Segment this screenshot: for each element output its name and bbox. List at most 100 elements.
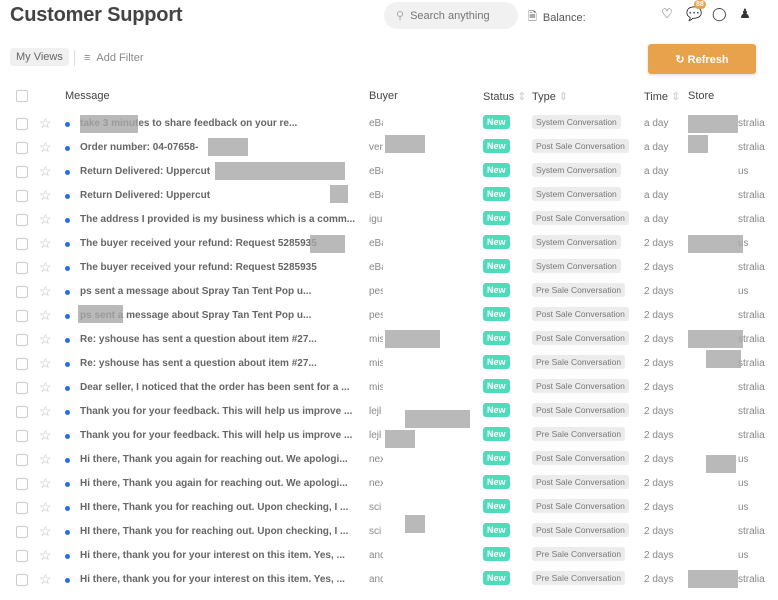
table-row[interactable]: ☆ Return Delivered: Uppercut eBa New Sys… (0, 187, 778, 214)
star-icon[interactable]: ☆ (39, 307, 52, 324)
star-icon[interactable]: ☆ (39, 403, 52, 420)
row-checkbox[interactable] (16, 502, 28, 514)
message-subject[interactable]: The address I provided is my business wh… (80, 214, 360, 225)
row-checkbox[interactable] (16, 262, 28, 274)
chat-icon[interactable]: 💬 88 (686, 0, 706, 22)
row-checkbox[interactable] (16, 214, 28, 226)
star-icon[interactable]: ☆ (39, 187, 52, 204)
table-row[interactable]: ☆ Hi there, thank you for your interest … (0, 547, 778, 574)
star-icon[interactable]: ☆ (39, 571, 52, 588)
message-subject[interactable]: Hi there, Thank you again for reaching o… (80, 454, 360, 465)
row-checkbox[interactable] (16, 142, 28, 154)
star-icon[interactable]: ☆ (39, 139, 52, 156)
message-subject[interactable]: Hi there, thank you for your interest on… (80, 574, 360, 585)
refresh-button[interactable]: ↻ Refresh (648, 44, 756, 74)
table-row[interactable]: ☆ Thank you for your feedback. This will… (0, 403, 778, 430)
unread-dot (65, 266, 70, 271)
status-badge: New (483, 163, 510, 177)
row-checkbox[interactable] (16, 382, 28, 394)
row-checkbox[interactable] (16, 430, 28, 442)
type-badge: Post Sale Conversation (532, 523, 629, 537)
star-icon[interactable]: ☆ (39, 235, 52, 252)
time-value: a day (644, 142, 669, 153)
status-badge: New (483, 571, 510, 585)
time-value: 2 days (644, 262, 674, 273)
table-row[interactable]: ☆ Hi there, thank you for your interest … (0, 571, 778, 598)
row-checkbox[interactable] (16, 526, 28, 538)
table-row[interactable]: ☆ The buyer received your refund: Reques… (0, 259, 778, 286)
user-icon[interactable]: ♟ (738, 6, 752, 22)
message-subject[interactable]: ps sent a message about Spray Tan Tent P… (80, 286, 360, 297)
column-time[interactable]: Time ⇕ (644, 90, 680, 103)
store-name: us (738, 550, 749, 561)
balance-label: Balance: (542, 11, 586, 24)
star-icon[interactable]: ☆ (39, 283, 52, 300)
star-icon[interactable]: ☆ (39, 427, 52, 444)
message-subject[interactable]: HI there, Thank you for reaching out. Up… (80, 502, 360, 513)
search-box[interactable]: ⚲ (384, 2, 518, 29)
message-subject[interactable]: Thank you for your feedback. This will h… (80, 430, 360, 441)
row-checkbox[interactable] (16, 286, 28, 298)
table-row[interactable]: ☆ Hi there, Thank you again for reaching… (0, 475, 778, 502)
message-subject[interactable]: Thank you for your feedback. This will h… (80, 406, 360, 417)
search-input[interactable] (410, 9, 511, 22)
row-checkbox[interactable] (16, 310, 28, 322)
row-checkbox[interactable] (16, 406, 28, 418)
star-icon[interactable]: ☆ (39, 211, 52, 228)
star-icon[interactable]: ☆ (39, 331, 52, 348)
message-subject[interactable]: HI there, Thank you for reaching out. Up… (80, 526, 360, 537)
row-checkbox[interactable] (16, 454, 28, 466)
redacted-block (688, 115, 738, 133)
star-icon[interactable]: ☆ (39, 451, 52, 468)
type-badge: Post Sale Conversation (532, 331, 629, 345)
row-checkbox[interactable] (16, 166, 28, 178)
row-checkbox[interactable] (16, 550, 28, 562)
row-checkbox[interactable] (16, 478, 28, 490)
message-subject[interactable]: Hi there, thank you for your interest on… (80, 550, 360, 561)
message-subject[interactable]: Hi there, Thank you again for reaching o… (80, 478, 360, 489)
column-status[interactable]: Status ⇕ (483, 90, 526, 103)
unread-dot (65, 554, 70, 559)
row-checkbox[interactable] (16, 334, 28, 346)
star-icon[interactable]: ☆ (39, 379, 52, 396)
header-icons: ♡ 💬 88 ◯ ♟ (660, 0, 752, 22)
store-name: stralia (738, 310, 765, 321)
star-icon[interactable]: ☆ (39, 499, 52, 516)
select-all-checkbox[interactable] (16, 90, 28, 102)
star-icon[interactable]: ☆ (39, 547, 52, 564)
star-icon[interactable]: ☆ (39, 259, 52, 276)
add-filter-button[interactable]: ≡ Add Filter (84, 52, 144, 64)
message-subject[interactable]: Return Delivered: Uppercut (80, 190, 360, 201)
row-checkbox[interactable] (16, 574, 28, 586)
table-row[interactable]: ☆ The address I provided is my business … (0, 211, 778, 238)
heart-icon[interactable]: ♡ (660, 6, 674, 22)
table-row[interactable]: ☆ The buyer received your refund: Reques… (0, 235, 778, 262)
status-badge: New (483, 139, 510, 153)
table-row[interactable]: ☆ Hi there, Thank you again for reaching… (0, 451, 778, 478)
star-icon[interactable]: ☆ (39, 523, 52, 540)
message-subject[interactable]: Re: yshouse has sent a question about it… (80, 334, 360, 345)
table-row[interactable]: ☆ Return Delivered: Uppercut eBa New Sys… (0, 163, 778, 190)
row-checkbox[interactable] (16, 118, 28, 130)
table-row[interactable]: ☆ Dear seller, I noticed that the order … (0, 379, 778, 406)
table-row[interactable]: ☆ HI there, Thank you for reaching out. … (0, 499, 778, 526)
message-subject[interactable]: Dear seller, I noticed that the order ha… (80, 382, 360, 393)
row-checkbox[interactable] (16, 238, 28, 250)
table-row[interactable]: ☆ HI there, Thank you for reaching out. … (0, 523, 778, 550)
star-icon[interactable]: ☆ (39, 475, 52, 492)
time-value: 2 days (644, 430, 674, 441)
star-icon[interactable]: ☆ (39, 355, 52, 372)
my-views-button[interactable]: My Views (10, 48, 69, 66)
star-icon[interactable]: ☆ (39, 163, 52, 180)
row-checkbox[interactable] (16, 190, 28, 202)
column-type[interactable]: Type ⇕ (532, 90, 568, 103)
table-row[interactable]: ☆ Re: yshouse has sent a question about … (0, 355, 778, 382)
type-badge: Post Sale Conversation (532, 499, 629, 513)
row-checkbox[interactable] (16, 358, 28, 370)
star-icon[interactable]: ☆ (39, 115, 52, 132)
message-subject[interactable]: The buyer received your refund: Request … (80, 262, 360, 273)
status-badge: New (483, 355, 510, 369)
message-subject[interactable]: Re: yshouse has sent a question about it… (80, 358, 360, 369)
type-badge: System Conversation (532, 235, 621, 249)
support-icon[interactable]: ◯ (712, 6, 727, 22)
